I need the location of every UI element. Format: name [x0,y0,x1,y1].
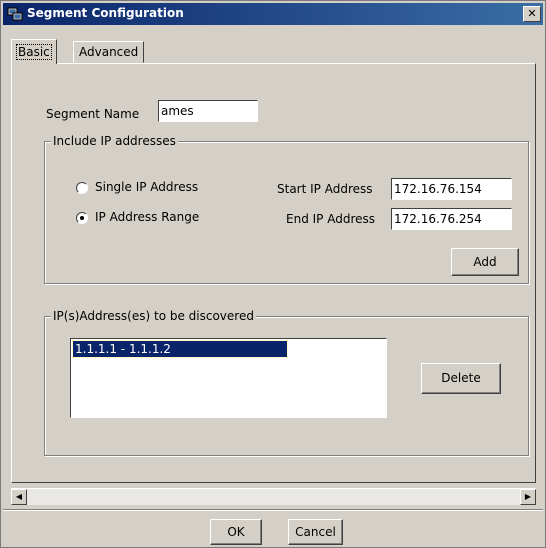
ok-button[interactable]: OK [210,519,262,545]
title-bar[interactable]: Segment Configuration ✕ [3,3,543,25]
horizontal-scrollbar[interactable]: ◀ ▶ [11,488,536,505]
scroll-left-icon[interactable]: ◀ [11,489,27,505]
tab-advanced[interactable]: Advanced [73,41,145,63]
tab-advanced-label: Advanced [79,45,139,59]
single-ip-radio-label[interactable]: Single IP Address [95,180,198,194]
add-button[interactable]: Add [451,248,519,276]
single-ip-radio[interactable] [76,182,88,194]
ip-range-radio[interactable] [76,212,88,224]
network-app-icon [7,7,23,21]
tab-panel-basic: Segment Name Include IP addresses Single… [11,63,536,483]
discovered-addresses-list[interactable]: 1.1.1.1 - 1.1.1.2 [70,338,387,418]
tab-basic-label: Basic [16,44,52,60]
start-ip-label: Start IP Address [277,182,373,196]
close-button[interactable]: ✕ [523,6,541,22]
include-ip-group-title: Include IP addresses [51,134,178,148]
radio-selected-dot [80,216,84,220]
tab-basic[interactable]: Basic [11,39,57,64]
scroll-right-icon[interactable]: ▶ [520,489,536,505]
ip-range-radio-label[interactable]: IP Address Range [95,210,199,224]
footer-divider [3,509,543,511]
delete-button[interactable]: Delete [421,363,501,394]
scroll-track[interactable] [27,489,520,505]
segment-name-label: Segment Name [46,107,140,121]
dialog-window: Segment Configuration ✕ Basic Advanced S… [0,0,546,548]
list-item-selected[interactable]: 1.1.1.1 - 1.1.1.2 [72,340,288,358]
end-ip-input[interactable] [391,208,512,230]
include-ip-group: Include IP addresses Single IP Address I… [44,134,529,284]
window-title: Segment Configuration [27,6,184,20]
start-ip-input[interactable] [391,178,512,200]
end-ip-label: End IP Address [286,212,375,226]
cancel-button[interactable]: Cancel [288,519,343,545]
discover-group-title: IP(s)Address(es) to be discovered [51,309,256,323]
segment-name-input[interactable] [158,100,258,122]
discover-group: IP(s)Address(es) to be discovered 1.1.1.… [44,309,529,456]
